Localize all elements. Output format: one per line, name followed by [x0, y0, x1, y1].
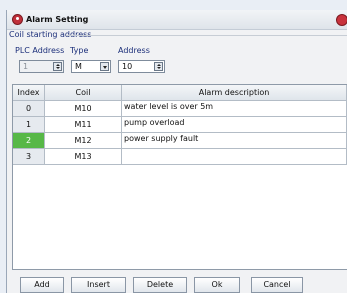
row-coil[interactable]: M11 — [45, 117, 122, 133]
plc-address-spinner[interactable]: 1 — [19, 60, 64, 73]
alarm-setting-dialog: Alarm Setting Coil starting address PLC … — [6, 10, 347, 293]
title-bar: Alarm Setting — [7, 10, 347, 30]
header-description[interactable]: Alarm description — [122, 85, 347, 101]
delete-button[interactable]: Delete — [133, 277, 187, 293]
close-icon[interactable] — [336, 14, 347, 26]
plc-address-label: PLC Address — [15, 46, 65, 55]
row-index[interactable]: 3 — [13, 149, 45, 165]
row-description[interactable] — [122, 149, 347, 165]
dialog-title: Alarm Setting — [26, 15, 89, 24]
plc-address-spin-icon[interactable] — [53, 62, 62, 71]
row-description[interactable]: power supply fault — [122, 133, 347, 149]
row-index-selected[interactable]: 2 — [13, 133, 45, 149]
row-description[interactable]: water level is over 5m — [122, 101, 347, 117]
insert-button[interactable]: Insert — [71, 277, 126, 293]
row-index[interactable]: 0 — [13, 101, 45, 117]
table-row[interactable]: 0 M10 water level is over 5m — [13, 101, 347, 117]
alarm-table: Index Coil Alarm description 0 M10 water… — [12, 84, 347, 270]
cancel-button[interactable]: Cancel — [251, 277, 303, 293]
type-select[interactable]: M — [71, 60, 111, 73]
chevron-down-icon[interactable] — [100, 62, 109, 71]
row-coil[interactable]: M12 — [45, 133, 122, 149]
table-row[interactable]: 1 M11 pump overload — [13, 117, 347, 133]
type-label: Type — [70, 46, 89, 55]
table-header: Index Coil Alarm description — [13, 85, 347, 101]
plc-address-value: 1 — [23, 62, 29, 71]
app-icon — [12, 14, 23, 25]
group-divider — [66, 35, 347, 36]
add-button[interactable]: Add — [20, 277, 64, 293]
row-index[interactable]: 1 — [13, 117, 45, 133]
address-spin-icon[interactable] — [154, 62, 163, 71]
button-bar: Add Insert Delete Ok Cancel — [7, 272, 347, 293]
header-coil[interactable]: Coil — [45, 85, 122, 101]
row-coil[interactable]: M13 — [45, 149, 122, 165]
header-index[interactable]: Index — [13, 85, 45, 101]
address-spinner[interactable]: 10 — [118, 60, 165, 73]
address-label: Address — [118, 46, 150, 55]
table-row[interactable]: 2 M12 power supply fault — [13, 133, 347, 149]
row-description[interactable]: pump overload — [122, 117, 347, 133]
type-value: M — [75, 62, 82, 71]
table-row[interactable]: 3 M13 — [13, 149, 347, 165]
row-coil[interactable]: M10 — [45, 101, 122, 117]
address-value: 10 — [122, 62, 133, 71]
ok-button[interactable]: Ok — [194, 277, 240, 293]
